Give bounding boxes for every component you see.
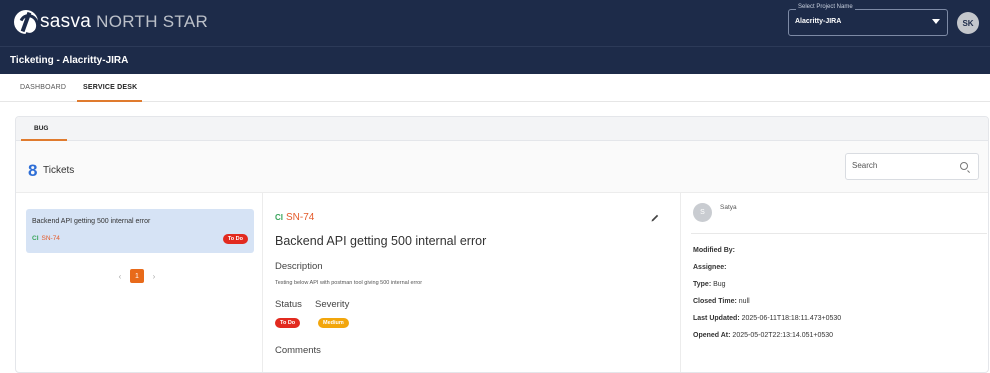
ticket-list-item[interactable]: Backend API getting 500 internal error C… bbox=[26, 209, 254, 253]
ticket-list: Backend API getting 500 internal error C… bbox=[16, 193, 263, 372]
detail-ticket-id: SN-74 bbox=[286, 212, 315, 223]
pagination-page-current[interactable]: 1 bbox=[130, 269, 144, 283]
tickets-header: 8 Tickets bbox=[16, 141, 988, 193]
severity-heading: Severity bbox=[315, 299, 350, 310]
detail-status-badge: To Do bbox=[275, 318, 301, 328]
ticket-title: Backend API getting 500 internal error bbox=[32, 218, 151, 225]
brand-name: sasva bbox=[40, 11, 92, 32]
service-desk-card: BUG 8 Tickets Backend API getting 500 in… bbox=[15, 116, 989, 373]
reporter-avatar: S bbox=[693, 203, 712, 222]
tab-bug[interactable]: BUG bbox=[34, 125, 48, 132]
info-last-updated: Last Updated: 2025-06-11T18:18:11.473+05… bbox=[693, 315, 842, 322]
description-text: Testing below API with postman tool givi… bbox=[275, 280, 423, 286]
project-select-label: Select Project Name bbox=[796, 4, 855, 10]
project-select-value: Alacritty-JIRA bbox=[795, 18, 842, 25]
info-type: Type: Bug bbox=[693, 281, 726, 288]
tickets-label: Tickets bbox=[43, 165, 75, 176]
user-avatar[interactable]: SK bbox=[957, 12, 979, 34]
tickets-count: 8 bbox=[28, 161, 38, 180]
search-icon[interactable] bbox=[960, 162, 968, 170]
info-assignee: Assignee: bbox=[693, 264, 727, 271]
project-select[interactable]: Select Project Name Alacritty-JIRA bbox=[788, 4, 948, 36]
search-box[interactable] bbox=[845, 153, 979, 180]
caret-down-icon bbox=[932, 19, 940, 24]
status-heading: Status bbox=[275, 299, 302, 310]
ticket-id: SN-74 bbox=[41, 235, 60, 242]
status-badge: To Do bbox=[222, 234, 248, 244]
detail-severity-badge: Medium bbox=[318, 318, 349, 328]
ticket-info-panel: S Satya Modified By: Assignee: Type: Bug… bbox=[681, 193, 988, 372]
brand-logo[interactable]: sasva NORTH STAR bbox=[14, 10, 208, 34]
pagination: ‹ 1 › bbox=[114, 269, 160, 283]
brand-suffix: NORTH STAR bbox=[96, 12, 209, 31]
sasva-logo-icon bbox=[14, 10, 38, 34]
category-tabs: BUG bbox=[16, 117, 988, 141]
page-title: Ticketing - Alacritty-JIRA bbox=[10, 55, 129, 66]
detail-title: Backend API getting 500 internal error bbox=[275, 234, 487, 248]
comments-heading: Comments bbox=[275, 345, 321, 356]
pagination-prev-icon[interactable]: ‹ bbox=[114, 272, 126, 281]
ci-type-icon: CI bbox=[32, 235, 39, 242]
info-opened-at: Opened At: 2025-05-02T22:13:14.051+0530 bbox=[693, 332, 834, 339]
sub-header: Ticketing - Alacritty-JIRA bbox=[0, 46, 990, 74]
ci-type-icon: CI bbox=[275, 213, 283, 222]
search-input[interactable] bbox=[852, 161, 952, 170]
info-closed-time: Closed Time: null bbox=[693, 298, 750, 305]
tab-service-desk[interactable]: SERVICE DESK bbox=[83, 84, 137, 91]
divider bbox=[691, 233, 987, 234]
reporter-name: Satya bbox=[720, 204, 737, 211]
tab-dashboard[interactable]: DASHBOARD bbox=[20, 84, 66, 91]
top-header: sasva NORTH STAR Select Project Name Alac… bbox=[0, 0, 990, 46]
active-tab-indicator bbox=[77, 100, 142, 102]
edit-pencil-icon[interactable] bbox=[650, 213, 660, 223]
ticket-detail: CI SN-74 Backend API getting 500 interna… bbox=[263, 193, 681, 372]
description-heading: Description bbox=[275, 261, 323, 272]
pagination-next-icon[interactable]: › bbox=[148, 272, 160, 281]
info-modified-by: Modified By: bbox=[693, 247, 735, 254]
main-nav: DASHBOARD SERVICE DESK bbox=[0, 74, 990, 102]
